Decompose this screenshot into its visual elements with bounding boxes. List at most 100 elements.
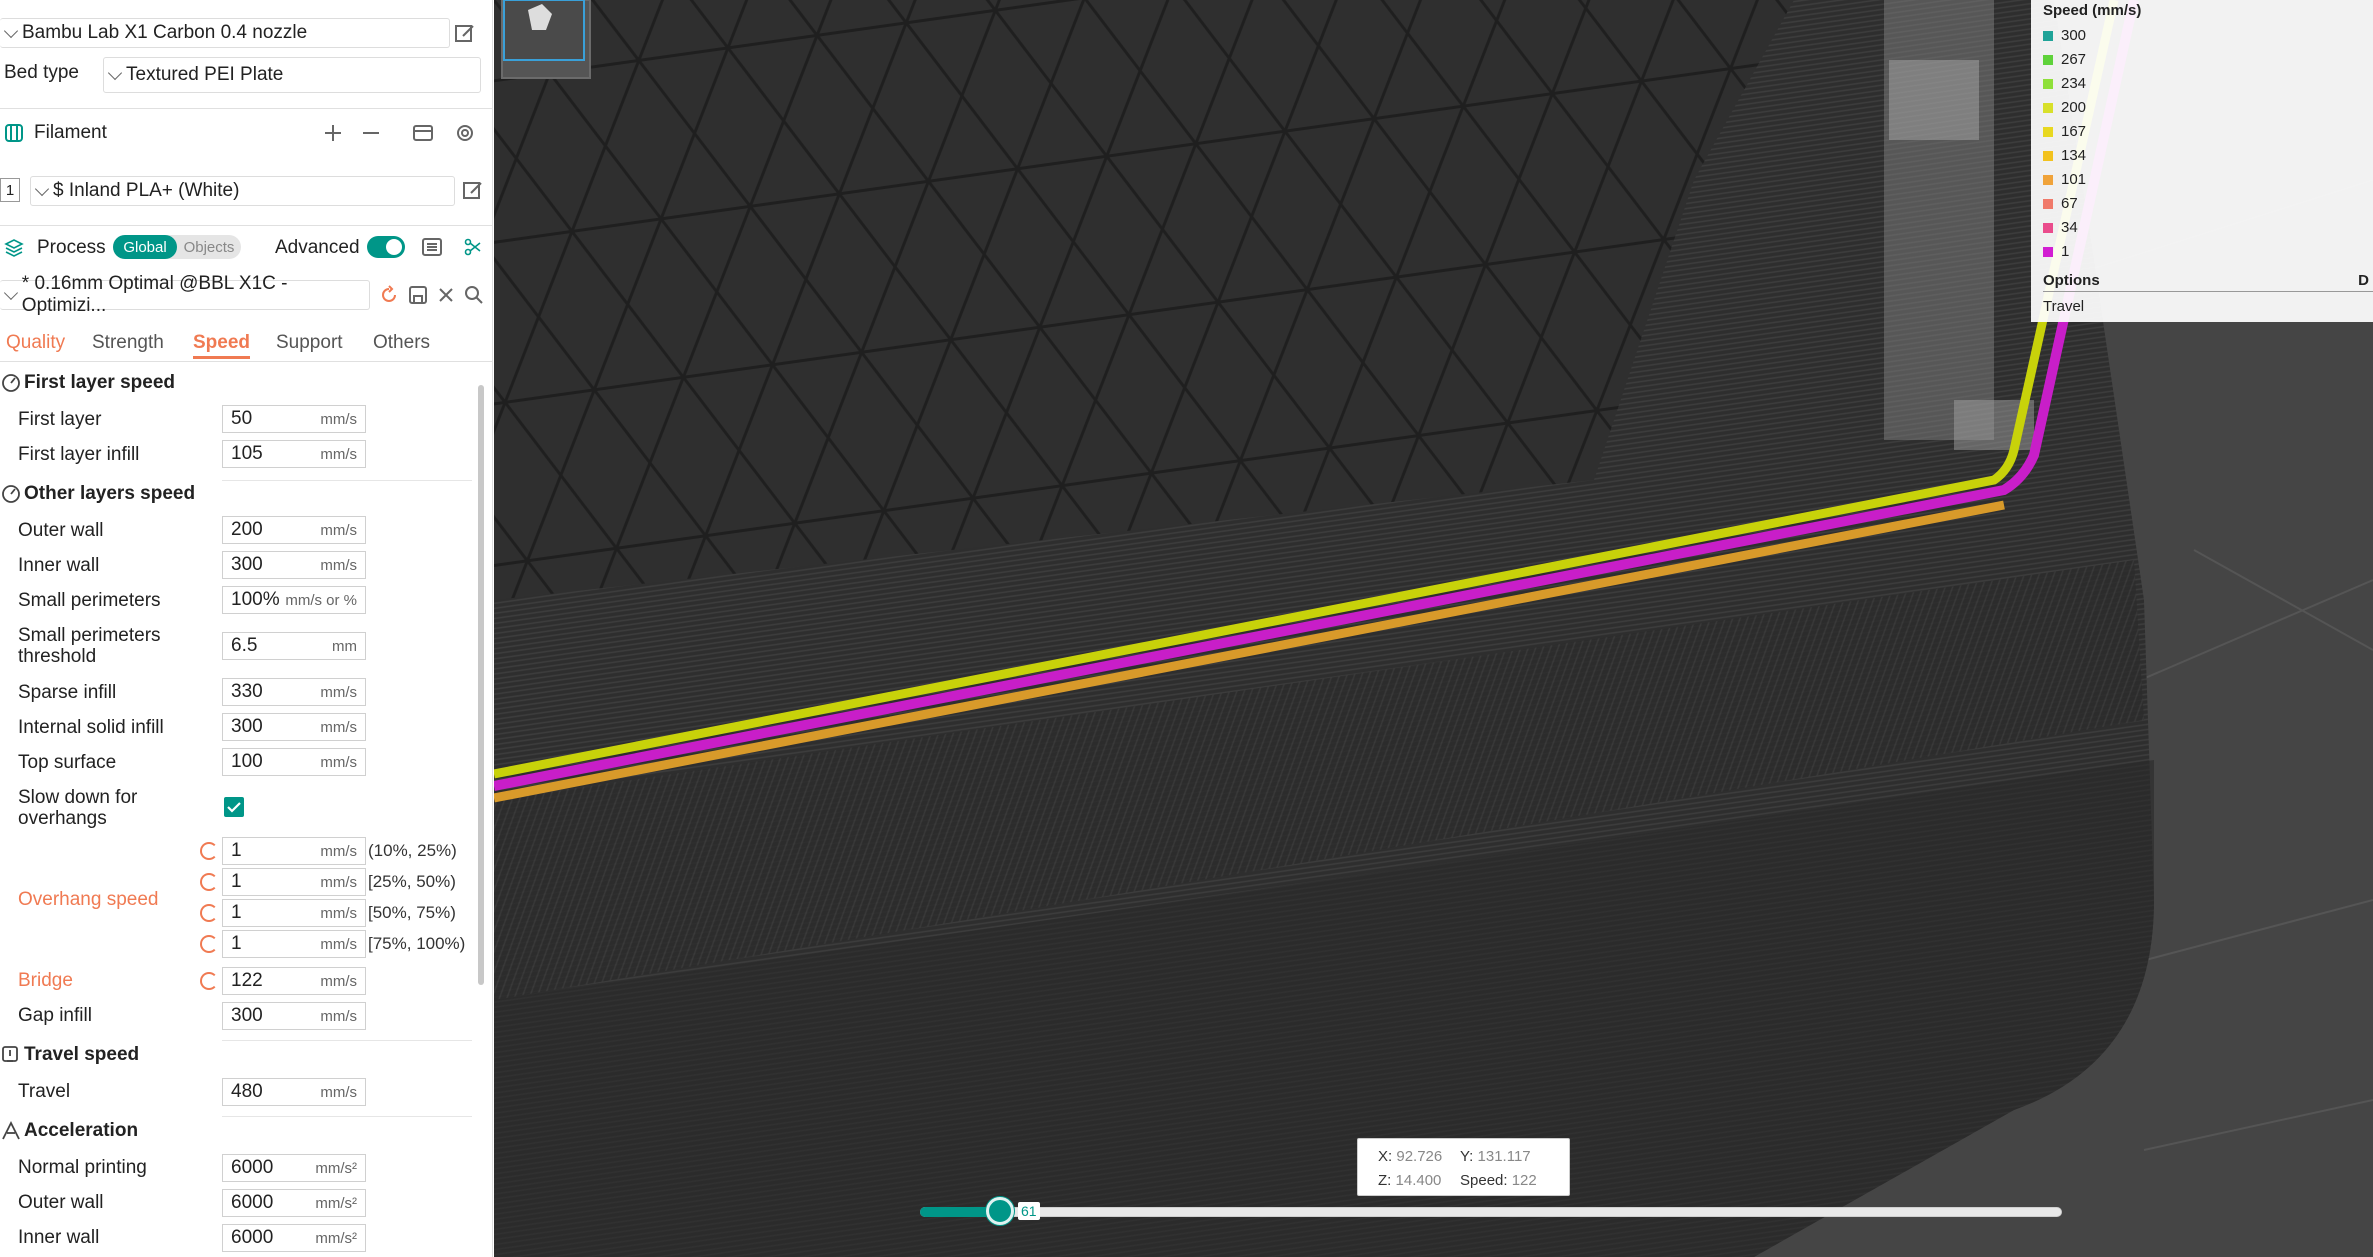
overhang-1-value: 1 <box>231 840 242 861</box>
accel-inner-wall-value: 6000 <box>231 1227 274 1248</box>
small-perimeters-input[interactable]: 100% mm/s or % <box>222 586 366 614</box>
travel-input[interactable]: 480 mm/s <box>222 1078 366 1106</box>
overhang-speed-3-input[interactable]: 1 mm/s <box>222 899 366 927</box>
legend-swatch <box>2043 78 2053 89</box>
tab-others[interactable]: Others <box>373 332 430 354</box>
top-surface-label: Top surface <box>18 752 117 773</box>
legend-travel-option[interactable]: Travel <box>2043 298 2084 315</box>
filament-index: 1 <box>0 178 20 202</box>
accel-outer-wall-input[interactable]: 6000 mm/s² <box>222 1189 366 1217</box>
first-layer-label: First layer <box>18 409 102 430</box>
process-preset-name: * 0.16mm Optimal @BBL X1C - Optimizi... <box>21 273 288 316</box>
x-label: X: <box>1378 1148 1393 1165</box>
unit: mm/s <box>320 410 357 428</box>
bed-type-label: Bed type <box>4 62 79 83</box>
reset-icon[interactable] <box>200 842 218 860</box>
reset-preset-icon[interactable] <box>378 284 400 306</box>
reset-icon[interactable] <box>200 873 218 891</box>
small-perimeters-threshold-label: Small perimeters threshold <box>18 625 161 667</box>
gap-infill-input[interactable]: 300 mm/s <box>222 1002 366 1030</box>
overhang-2-value: 1 <box>231 871 242 892</box>
internal-solid-infill-input[interactable]: 300 mm/s <box>222 713 366 741</box>
divider <box>222 1040 472 1041</box>
accel-outer-wall-value: 6000 <box>231 1192 274 1213</box>
reset-icon[interactable] <box>200 904 218 922</box>
save-icon[interactable] <box>407 284 429 306</box>
edit-icon[interactable] <box>454 23 476 45</box>
first-layer-infill-input[interactable]: 105 mm/s <box>222 440 366 468</box>
horizontal-slider-track[interactable] <box>920 1207 2062 1217</box>
speed-value: 122 <box>1511 1172 1537 1189</box>
small-perimeters-value: 100% <box>231 589 280 610</box>
tab-quality[interactable]: Quality <box>6 332 65 354</box>
legend-options-header: Options D <box>2043 272 2373 292</box>
tab-speed[interactable]: Speed <box>193 332 251 359</box>
outer-wall-input[interactable]: 200 mm/s <box>222 516 366 544</box>
travel-icon <box>2 1046 18 1062</box>
overhang-range-4: [75%, 100%) <box>368 934 466 953</box>
legend-value: 267 <box>2061 51 2087 68</box>
overhang-speed-4-input[interactable]: 1 mm/s <box>222 930 366 958</box>
unit: mm <box>332 637 357 655</box>
unit: mm/s <box>320 972 357 990</box>
unit: mm/s <box>320 521 357 539</box>
overhang-speed-2-input[interactable]: 1 mm/s <box>222 868 366 896</box>
reset-icon[interactable] <box>200 935 218 953</box>
list-icon[interactable] <box>421 236 443 258</box>
legend-value: 200 <box>2061 99 2087 116</box>
gear-icon[interactable] <box>454 122 476 144</box>
advanced-switch[interactable] <box>367 236 405 258</box>
normal-printing-input[interactable]: 6000 mm/s² <box>222 1154 366 1182</box>
toggle-global[interactable]: Global <box>113 235 177 259</box>
sparse-infill-input[interactable]: 330 mm/s <box>222 678 366 706</box>
overhang-speed-1-input[interactable]: 1 mm/s <box>222 837 366 865</box>
unit: mm/s² <box>315 1159 357 1177</box>
global-objects-toggle[interactable]: Global Objects <box>113 235 241 259</box>
normal-printing-value: 6000 <box>231 1157 274 1178</box>
legend-value: 167 <box>2061 123 2087 140</box>
legend-swatch <box>2043 150 2053 161</box>
printer-select[interactable]: Bambu Lab X1 Carbon 0.4 nozzle <box>0 18 450 48</box>
sidebar-scrollbar[interactable] <box>478 385 484 985</box>
filament-select[interactable]: $ Inland PLA+ (White) <box>30 176 455 206</box>
small-perimeters-threshold-input[interactable]: 6.5 mm <box>222 632 366 660</box>
tab-strength[interactable]: Strength <box>92 332 164 354</box>
inner-wall-input[interactable]: 300 mm/s <box>222 551 366 579</box>
legend-item: 34 <box>2043 219 2078 236</box>
toggle-objects[interactable]: Objects <box>177 235 241 259</box>
top-surface-value: 100 <box>231 751 263 772</box>
unit: mm/s <box>320 556 357 574</box>
internal-solid-infill-value: 300 <box>231 716 263 737</box>
divider <box>222 480 472 481</box>
bridge-input[interactable]: 122 mm/s <box>222 967 366 995</box>
section-first-layer-speed: First layer speed <box>24 372 176 393</box>
bed-type-select[interactable]: Textured PEI Plate <box>103 57 481 93</box>
accel-inner-wall-input[interactable]: 6000 mm/s² <box>222 1224 366 1252</box>
close-icon[interactable] <box>435 284 457 306</box>
top-surface-input[interactable]: 100 mm/s <box>222 748 366 776</box>
legend-item: 167 <box>2043 123 2086 140</box>
add-filament-icon[interactable] <box>322 122 344 144</box>
reset-icon[interactable] <box>200 972 218 990</box>
legend-value: 101 <box>2061 171 2087 188</box>
advanced-label: Advanced <box>275 237 360 258</box>
filament-manager-icon[interactable] <box>412 122 434 144</box>
unit: mm/s or % <box>285 591 357 609</box>
acceleration-icon <box>2 1120 20 1140</box>
search-icon[interactable] <box>463 284 485 306</box>
overhang-4-value: 1 <box>231 933 242 954</box>
process-preset-select[interactable]: * 0.16mm Optimal @BBL X1C - Optimizi... <box>0 273 370 316</box>
horizontal-slider-thumb[interactable] <box>985 1197 1014 1225</box>
gap-infill-value: 300 <box>231 1005 263 1026</box>
edit-filament-icon[interactable] <box>462 180 484 202</box>
first-layer-input[interactable]: 50 mm/s <box>222 405 366 433</box>
compare-icon[interactable] <box>462 236 484 258</box>
legend-value: 234 <box>2061 75 2087 92</box>
section-travel-speed: Travel speed <box>24 1044 140 1065</box>
tabs-divider <box>0 361 492 362</box>
slow-down-overhangs-checkbox[interactable] <box>224 797 244 817</box>
remove-filament-icon[interactable] <box>360 122 382 144</box>
tab-support[interactable]: Support <box>276 332 343 354</box>
speedometer-icon <box>2 485 20 503</box>
legend-item: 67 <box>2043 195 2078 212</box>
